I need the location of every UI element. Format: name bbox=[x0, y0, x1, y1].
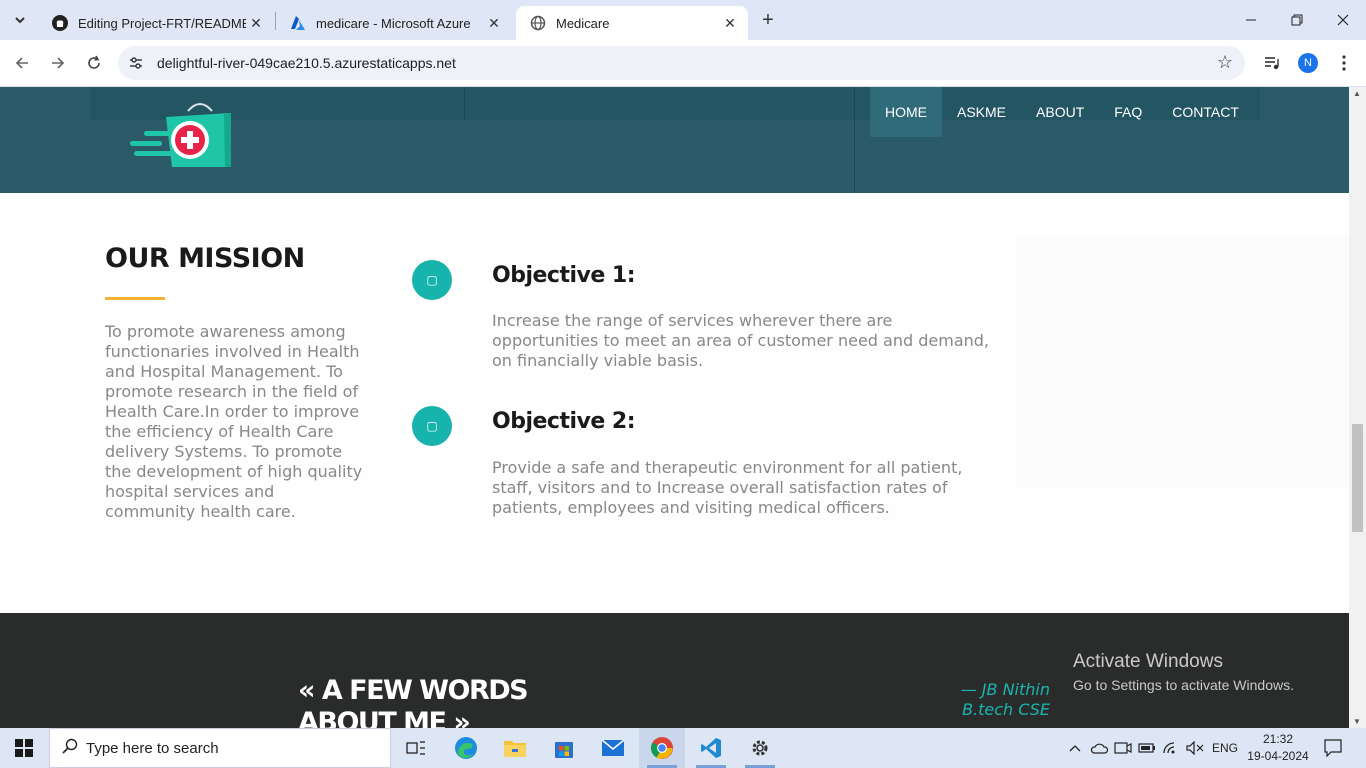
side-panel bbox=[1016, 237, 1349, 487]
notifications-icon[interactable] bbox=[1320, 736, 1346, 760]
site-header: HOME ASKME ABOUT FAQ CONTACT bbox=[0, 87, 1349, 193]
battery-icon[interactable] bbox=[1136, 728, 1158, 768]
objective-2-icon: ▢ bbox=[412, 406, 452, 446]
taskbar-clock[interactable]: 21:32 19-04-2024 bbox=[1246, 731, 1310, 765]
minimize-icon[interactable] bbox=[1228, 0, 1274, 40]
browser-tab-bar: Editing Project-FRT/README.m ✕ medicare … bbox=[0, 0, 1366, 40]
mail-icon[interactable] bbox=[590, 728, 636, 768]
nav-faq[interactable]: FAQ bbox=[1099, 87, 1157, 137]
profile-initial: N bbox=[1298, 53, 1318, 73]
profile-avatar[interactable]: N bbox=[1294, 49, 1322, 77]
watermark-subtitle: Go to Settings to activate Windows. bbox=[1073, 677, 1294, 693]
activate-windows-watermark: Activate Windows Go to Settings to activ… bbox=[1073, 651, 1294, 693]
chrome-icon[interactable] bbox=[639, 728, 685, 768]
objective-1-icon: ▢ bbox=[412, 260, 452, 300]
author-name: — JB Nithin bbox=[960, 680, 1050, 699]
main-nav: HOME ASKME ABOUT FAQ CONTACT bbox=[870, 87, 1254, 137]
tab-close-icon[interactable]: ✕ bbox=[720, 13, 740, 33]
tab-close-icon[interactable]: ✕ bbox=[484, 13, 504, 33]
tab-search-chevron-icon[interactable] bbox=[8, 8, 32, 32]
tab-title: medicare - Microsoft Azure bbox=[316, 15, 471, 31]
address-bar[interactable]: delightful-river-049cae210.5.azurestatic… bbox=[118, 46, 1245, 80]
language-indicator[interactable]: ENG bbox=[1208, 728, 1242, 768]
nav-contact[interactable]: CONTACT bbox=[1157, 87, 1254, 137]
nav-askme[interactable]: ASKME bbox=[942, 87, 1021, 137]
author-title: B.tech CSE bbox=[962, 700, 1050, 719]
tab-title: Medicare bbox=[556, 15, 610, 31]
search-icon bbox=[62, 738, 78, 759]
testimonial-heading: « A FEW WORDS ABOUT ME » bbox=[298, 675, 529, 728]
browser-toolbar: delightful-river-049cae210.5.azurestatic… bbox=[0, 40, 1366, 87]
page-viewport: HOME ASKME ABOUT FAQ CONTACT OUR MISSION… bbox=[0, 87, 1349, 728]
task-view-icon[interactable] bbox=[393, 728, 439, 768]
nav-about[interactable]: ABOUT bbox=[1021, 87, 1099, 137]
windows-start-icon[interactable] bbox=[0, 728, 48, 768]
site-settings-icon[interactable] bbox=[128, 55, 144, 71]
mission-divider bbox=[105, 297, 165, 300]
watermark-title: Activate Windows bbox=[1073, 651, 1223, 672]
testimonial-heading-line2: ABOUT ME » bbox=[298, 707, 471, 728]
reload-icon[interactable] bbox=[80, 49, 108, 77]
meet-now-icon[interactable] bbox=[1112, 728, 1134, 768]
forward-arrow-icon[interactable] bbox=[44, 49, 72, 77]
objective-1-title: Objective 1: bbox=[492, 263, 636, 288]
taskbar-search-box[interactable]: Type here to search bbox=[49, 728, 391, 768]
medicare-logo[interactable] bbox=[128, 97, 234, 169]
menu-kebab-icon[interactable] bbox=[1330, 49, 1358, 77]
scrollbar-thumb[interactable] bbox=[1352, 424, 1363, 532]
tab-azure[interactable]: medicare - Microsoft Azure ✕ bbox=[276, 6, 512, 40]
scroll-down-icon[interactable]: ▼ bbox=[1353, 717, 1361, 726]
page-scrollbar[interactable]: ▲ ▼ bbox=[1349, 87, 1366, 728]
tab-readme[interactable]: Editing Project-FRT/README.m ✕ bbox=[38, 6, 274, 40]
tab-close-icon[interactable]: ✕ bbox=[246, 13, 266, 33]
scroll-up-icon[interactable]: ▲ bbox=[1353, 89, 1361, 98]
edge-icon[interactable] bbox=[443, 728, 489, 768]
tab-title: Editing Project-FRT/README.m bbox=[78, 15, 246, 31]
search-placeholder: Type here to search bbox=[86, 739, 219, 757]
testimonial-author: — JB Nithin B.tech CSE bbox=[960, 680, 1050, 720]
url-text: delightful-river-049cae210.5.azurestatic… bbox=[157, 55, 456, 71]
mission-text: To promote awareness among functionaries… bbox=[105, 322, 363, 521]
header-divider bbox=[464, 87, 465, 120]
windows-taskbar: Type here to search ENG 21:32 19-04-2024 bbox=[0, 728, 1366, 768]
volume-muted-icon[interactable] bbox=[1184, 728, 1206, 768]
tab-medicare[interactable]: Medicare ✕ bbox=[516, 6, 748, 40]
media-controls-icon[interactable] bbox=[1258, 49, 1286, 77]
testimonial-heading-line1: « A FEW WORDS bbox=[298, 675, 529, 706]
onedrive-cloud-icon[interactable] bbox=[1088, 728, 1110, 768]
close-window-icon[interactable] bbox=[1320, 0, 1366, 40]
microsoft-store-icon[interactable] bbox=[541, 728, 587, 768]
wifi-icon[interactable] bbox=[1160, 728, 1182, 768]
mission-title: OUR MISSION bbox=[105, 243, 305, 274]
github-icon bbox=[52, 15, 68, 31]
settings-gear-icon[interactable] bbox=[737, 728, 783, 768]
azure-icon bbox=[290, 15, 306, 31]
nav-home[interactable]: HOME bbox=[870, 87, 942, 137]
bookmark-star-icon[interactable]: ☆ bbox=[1217, 52, 1233, 73]
objective-2-title: Objective 2: bbox=[492, 409, 636, 434]
back-arrow-icon[interactable] bbox=[8, 49, 36, 77]
vscode-icon[interactable] bbox=[688, 728, 734, 768]
objective-1-text: Increase the range of services wherever … bbox=[492, 311, 989, 370]
restore-icon[interactable] bbox=[1274, 0, 1320, 40]
new-tab-button[interactable]: + bbox=[756, 8, 780, 32]
file-explorer-icon[interactable] bbox=[492, 728, 538, 768]
mission-section: OUR MISSION To promote awareness among f… bbox=[0, 193, 1349, 613]
globe-icon bbox=[530, 15, 546, 31]
objective-2-text: Provide a safe and therapeutic environme… bbox=[492, 458, 963, 517]
clock-time: 21:32 bbox=[1262, 732, 1294, 746]
clock-date: 19-04-2024 bbox=[1247, 749, 1309, 763]
header-divider bbox=[854, 87, 855, 193]
tray-chevron-up-icon[interactable] bbox=[1064, 728, 1086, 768]
